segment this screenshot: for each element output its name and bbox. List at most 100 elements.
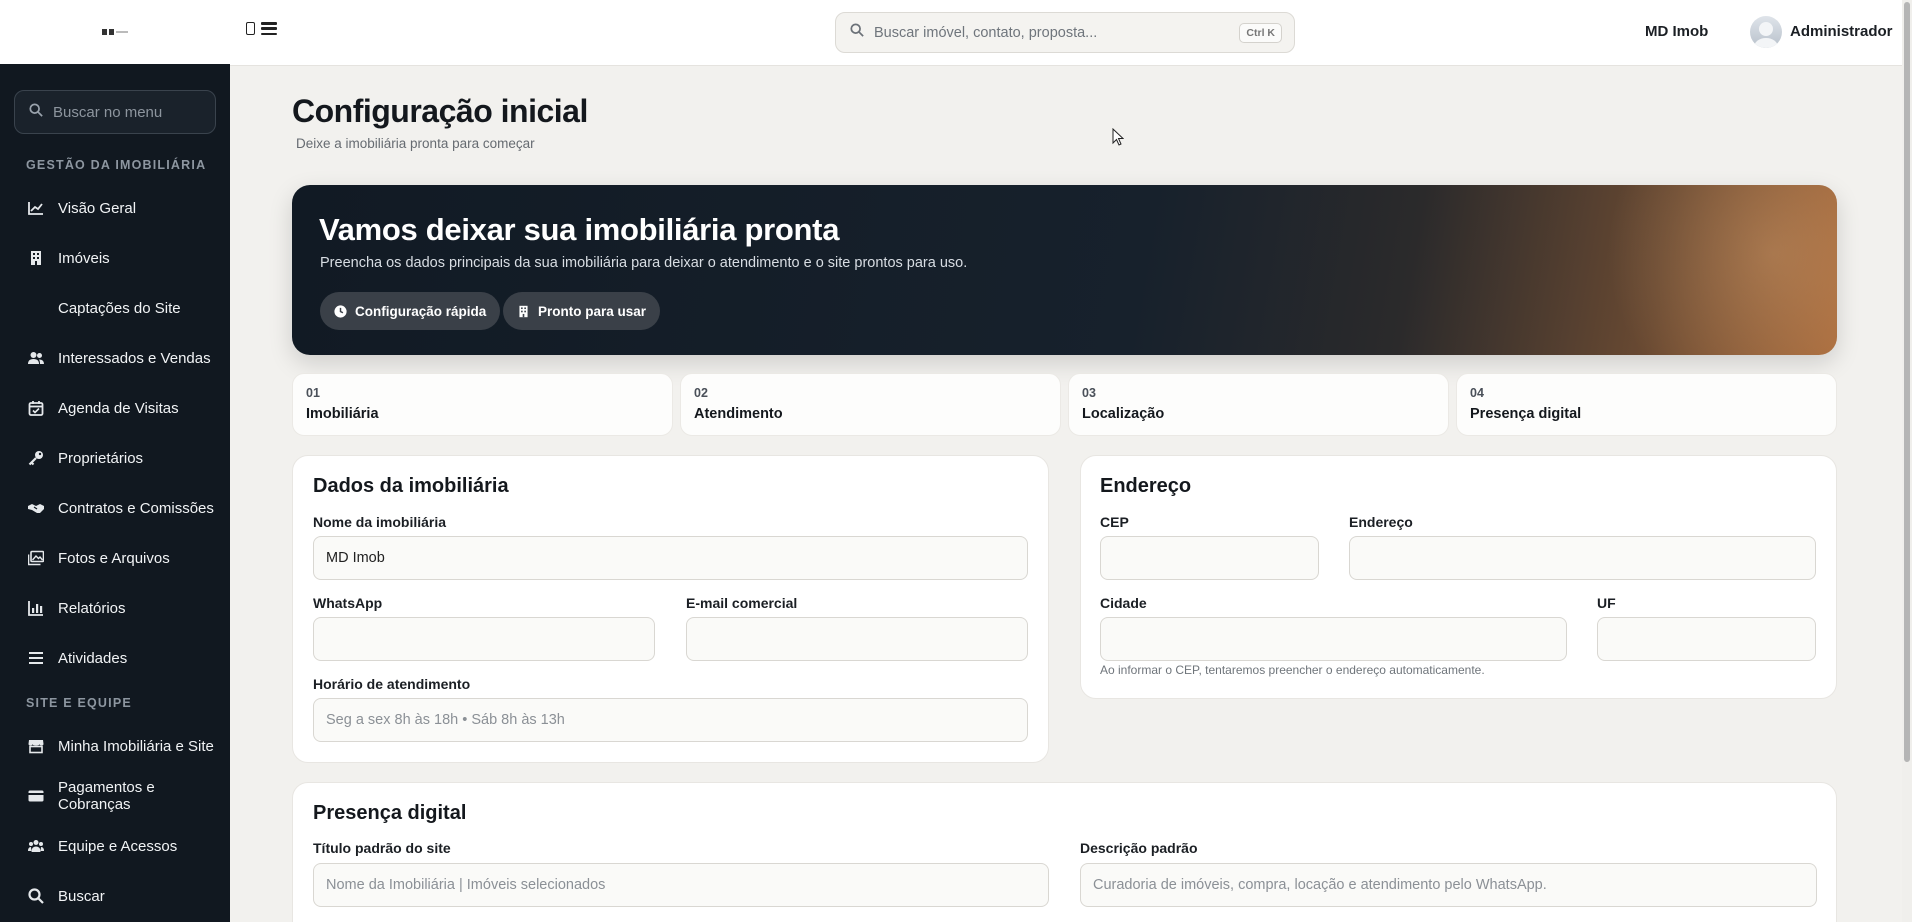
hamburger-icon: [261, 22, 277, 35]
company-switcher[interactable]: MD Imob: [1645, 23, 1708, 40]
sidebar-item-label: Pagamentos e Cobranças: [58, 779, 155, 813]
scrollbar-thumb[interactable]: [1904, 2, 1910, 762]
step-number: 04: [1470, 386, 1484, 400]
sidebar-search: [14, 90, 216, 134]
sidebar-item-agenda[interactable]: Agenda de Visitas: [0, 388, 230, 428]
endereco-label: Endereço: [1349, 514, 1413, 530]
uf-label: UF: [1597, 595, 1616, 611]
avatar[interactable]: [1750, 16, 1782, 48]
sidebar-item-label: Proprietários: [58, 449, 144, 467]
search-icon: [29, 102, 43, 122]
badge-label: Configuração rápida: [355, 303, 487, 319]
step-label: Atendimento: [694, 406, 783, 422]
sidebar-item-imoveis[interactable]: Imóveis: [0, 238, 230, 278]
sidebar-item-pagamentos[interactable]: Pagamentos e Cobranças: [0, 776, 230, 816]
email-label: E-mail comercial: [686, 595, 798, 611]
mouse-cursor-icon: [1112, 128, 1124, 146]
card-title: Endereço: [1100, 475, 1192, 497]
step-presenca-digital[interactable]: 04 Presença digital: [1456, 373, 1837, 436]
logo[interactable]: [0, 0, 230, 64]
building-icon: [519, 305, 528, 317]
sidebar-item-proprietarios[interactable]: Proprietários: [0, 438, 230, 478]
sidebar-item-label: Visão Geral: [58, 199, 137, 217]
sidebar-item-minha-imobiliaria[interactable]: Minha Imobiliária e Site: [0, 726, 230, 766]
sidebar-item-buscar[interactable]: Buscar: [0, 876, 230, 916]
sidebar-item-label: Contratos e Comissões: [58, 499, 214, 517]
global-search-input[interactable]: [874, 24, 1234, 41]
sidebar-item-atividades[interactable]: Atividades: [0, 638, 230, 678]
page-scrollbar[interactable]: [1902, 0, 1912, 922]
cidade-label: Cidade: [1100, 595, 1147, 611]
sidebar-item-label: Relatórios: [58, 599, 126, 617]
email-comercial-input[interactable]: [686, 617, 1028, 661]
step-number: 01: [306, 386, 320, 400]
sidebar-item-interessados[interactable]: Interessados e Vendas: [0, 338, 230, 378]
whatsapp-input[interactable]: [313, 617, 655, 661]
search-shortcut-badge: Ctrl K: [1239, 23, 1282, 43]
sidebar-item-label: Interessados e Vendas: [58, 349, 211, 367]
sidebar-search-input[interactable]: [53, 103, 203, 121]
badge-pronto-para-usar: Pronto para usar: [503, 292, 661, 330]
sidebar-item-captacoes[interactable]: Captações do Site: [0, 288, 230, 328]
sidebar-item-label: Agenda de Visitas: [58, 399, 179, 417]
images-icon: [28, 550, 44, 566]
store-icon: [28, 738, 44, 754]
step-localizacao[interactable]: 03 Localização: [1068, 373, 1449, 436]
clock-icon: [334, 304, 347, 318]
step-number: 02: [694, 386, 708, 400]
presenca-digital-card: Presença digital Título padrão do site D…: [292, 782, 1837, 922]
cep-input[interactable]: [1100, 536, 1319, 580]
endereco-input[interactable]: [1349, 536, 1816, 580]
section-label-site: SITE E EQUIPE: [26, 696, 132, 710]
search-icon: [28, 888, 44, 904]
horario-atendimento-input[interactable]: [313, 698, 1028, 742]
sidebar-item-label: Captações do Site: [58, 299, 181, 317]
badge-label: Pronto para usar: [538, 303, 647, 319]
whatsapp-label: WhatsApp: [313, 595, 383, 611]
cidade-input[interactable]: [1100, 617, 1567, 661]
menu-toggle-button[interactable]: [246, 22, 277, 35]
hero-subtitle: Preencha os dados principais da sua imob…: [320, 255, 968, 271]
hero-banner: Vamos deixar sua imobiliária pronta Pree…: [292, 185, 1837, 355]
page-title: Configuração inicial: [292, 93, 588, 129]
sidebar-item-label: Fotos e Arquivos: [58, 549, 170, 567]
titulo-site-input[interactable]: [313, 863, 1049, 907]
building-icon: [28, 250, 44, 266]
topbar: Ctrl K MD Imob Administrador: [230, 0, 1902, 66]
sidebar-item-label: Minha Imobiliária e Site: [58, 737, 214, 755]
chart-line-icon: [28, 200, 44, 216]
sidebar-item-contratos[interactable]: Contratos e Comissões: [0, 488, 230, 528]
credit-card-icon: [28, 788, 44, 804]
step-imobiliaria[interactable]: 01 Imobiliária: [292, 373, 673, 436]
cep-label: CEP: [1100, 514, 1129, 530]
hero-title: Vamos deixar sua imobiliária pronta: [319, 212, 840, 247]
step-label: Presença digital: [1470, 406, 1582, 422]
bar-chart-icon: [28, 600, 44, 616]
step-number: 03: [1082, 386, 1096, 400]
sidebar-item-relatorios[interactable]: Relatórios: [0, 588, 230, 628]
dados-imobiliaria-card: Dados da imobiliária Nome da imobiliária…: [292, 455, 1049, 763]
sidebar-item-fotos[interactable]: Fotos e Arquivos: [0, 538, 230, 578]
uf-input[interactable]: [1597, 617, 1816, 661]
team-icon: [28, 838, 44, 854]
global-search: Ctrl K: [835, 12, 1295, 53]
descricao-label: Descrição padrão: [1080, 840, 1198, 856]
calendar-icon: [28, 400, 44, 416]
nome-imobiliaria-input[interactable]: [313, 536, 1028, 580]
key-icon: [28, 450, 44, 466]
horario-label: Horário de atendimento: [313, 676, 471, 692]
sidebar-item-label: Imóveis: [58, 249, 110, 267]
users-icon: [28, 350, 44, 366]
sidebar-item-equipe[interactable]: Equipe e Acessos: [0, 826, 230, 866]
sidebar-item-label: Buscar: [58, 887, 105, 905]
step-atendimento[interactable]: 02 Atendimento: [680, 373, 1061, 436]
cep-hint: Ao informar o CEP, tentaremos preencher …: [1100, 663, 1485, 677]
card-title: Presença digital: [313, 802, 467, 824]
mobile-icon: [246, 22, 255, 35]
user-menu[interactable]: Administrador: [1790, 23, 1893, 40]
card-title: Dados da imobiliária: [313, 475, 509, 497]
sidebar-item-visao-geral[interactable]: Visão Geral: [0, 188, 230, 228]
page-subtitle: Deixe a imobiliária pronta para começar: [296, 136, 535, 151]
section-label-gestao: GESTÃO DA IMOBILIÁRIA: [26, 158, 207, 172]
descricao-input[interactable]: [1080, 863, 1817, 907]
